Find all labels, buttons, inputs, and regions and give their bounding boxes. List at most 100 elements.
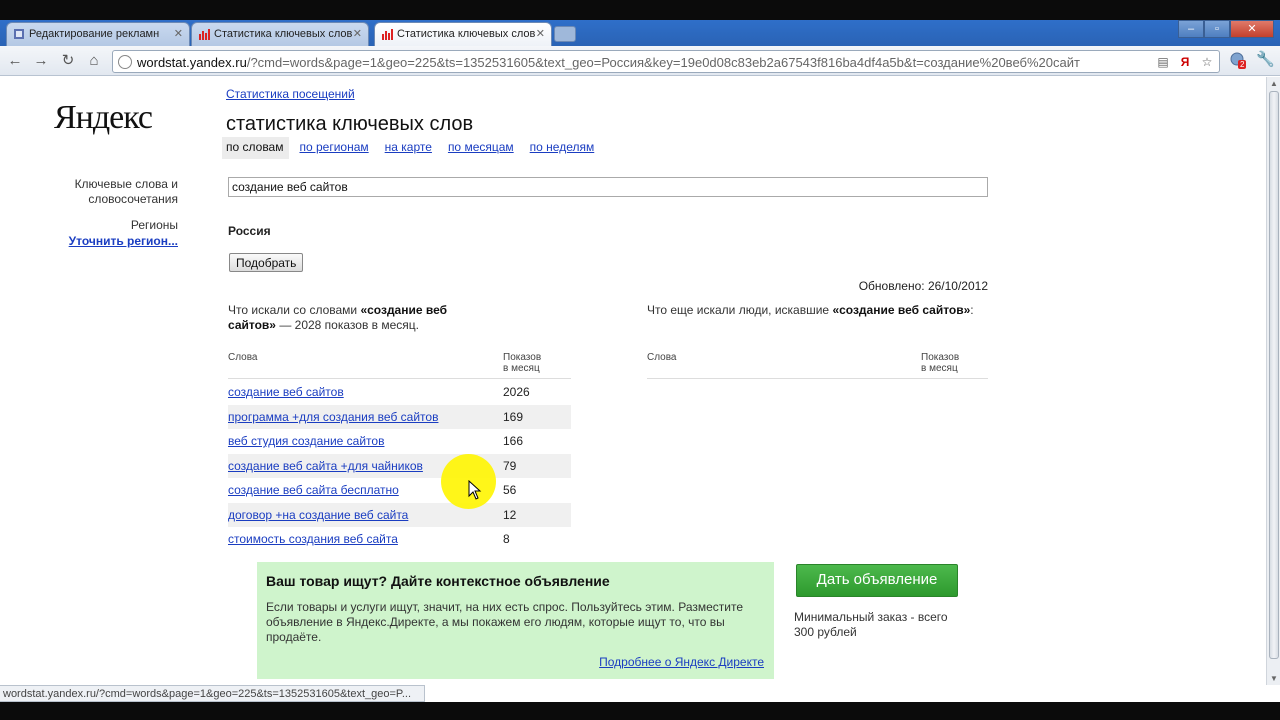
tab-wordstat-active[interactable]: Статистика ключевых слов ✕ bbox=[374, 22, 552, 46]
desktop-bottom-bar bbox=[0, 702, 1280, 720]
scrollbar-thumb[interactable] bbox=[1269, 91, 1279, 659]
new-tab-button[interactable] bbox=[554, 26, 576, 42]
url-host: wordstat.yandex.ru bbox=[137, 55, 247, 70]
tab-strip: Редактирование рекламн ✕ Статистика ключ… bbox=[0, 20, 1280, 46]
table-row: создание веб сайта бесплатно 56 bbox=[228, 478, 571, 503]
left-table-header: Слова Показов в месяц bbox=[228, 352, 571, 379]
direct-ad-block: Ваш товар ищут? Дайте контекстное объявл… bbox=[257, 562, 774, 679]
keyword-link[interactable]: создание веб сайта +для чайников bbox=[228, 459, 423, 473]
keyword-link[interactable]: создание веб сайтов bbox=[228, 385, 344, 399]
min-order-note: Минимальный заказ - всего 300 рублей bbox=[794, 610, 948, 639]
direct-more-link[interactable]: Подробнее о Яндекс Директе bbox=[599, 655, 764, 669]
keyword-link[interactable]: стоимость создания веб сайта bbox=[228, 532, 398, 546]
tab-by-regions[interactable]: по регионам bbox=[295, 137, 374, 159]
keyword-link[interactable]: договор +на создание веб сайта bbox=[228, 508, 408, 522]
close-icon[interactable]: ✕ bbox=[174, 27, 183, 40]
status-bar: wordstat.yandex.ru/?cmd=words&page=1&geo… bbox=[0, 685, 425, 702]
updated-date: Обновлено: 26/10/2012 bbox=[858, 279, 988, 293]
back-arrow-icon[interactable]: ← bbox=[4, 51, 26, 71]
col-shows-line1: Показов bbox=[921, 352, 960, 363]
keyword-link[interactable]: веб студия создание сайтов bbox=[228, 434, 384, 448]
tab-by-weeks[interactable]: по неделям bbox=[526, 137, 601, 159]
right-table-intro: Что еще искали люди, искавшие «создание … bbox=[647, 303, 992, 318]
page-title: статистика ключевых слов bbox=[226, 113, 474, 135]
tab-on-map[interactable]: на карте bbox=[381, 137, 438, 159]
home-icon[interactable]: ⌂ bbox=[83, 51, 105, 71]
yandex-bar-icon[interactable]: Я bbox=[1177, 54, 1193, 70]
extension-icon[interactable]: 2 bbox=[1230, 52, 1247, 69]
place-ad-button[interactable]: Дать объявление bbox=[796, 564, 958, 597]
scroll-down-icon[interactable]: ▼ bbox=[1269, 674, 1279, 683]
page-content: Яндекс Статистика посещений статистика к… bbox=[0, 77, 1266, 685]
bookmark-star-icon[interactable]: ☆ bbox=[1199, 54, 1215, 70]
table-row: создание веб сайтов 2026 bbox=[228, 380, 571, 405]
keyword-count: 166 bbox=[503, 434, 524, 448]
tab-wordstat-1[interactable]: Статистика ключевых слов ✕ bbox=[191, 22, 369, 46]
keyword-count: 2026 bbox=[503, 385, 530, 399]
right-table-header: Слова Показов в месяц bbox=[647, 352, 988, 379]
col-shows-line1: Показов bbox=[503, 352, 542, 363]
close-icon[interactable]: ✕ bbox=[536, 27, 545, 40]
col-shows-line2: в месяц bbox=[503, 363, 540, 374]
keyword-link[interactable]: программа +для создания веб сайтов bbox=[228, 410, 438, 424]
table-row: программа +для создания веб сайтов 169 bbox=[228, 404, 571, 429]
wrench-icon[interactable]: 🔧 bbox=[1256, 52, 1275, 68]
scroll-up-icon[interactable]: ▲ bbox=[1269, 79, 1279, 88]
intro-text: Что еще искали люди, искавшие bbox=[647, 303, 833, 317]
regions-label: Регионы bbox=[130, 218, 178, 232]
document-icon bbox=[13, 28, 25, 40]
bar-chart-icon bbox=[381, 28, 393, 40]
vertical-scrollbar[interactable]: ▲ ▼ bbox=[1266, 77, 1280, 685]
col-shows: Показов в месяц bbox=[503, 352, 541, 374]
globe-icon bbox=[118, 55, 132, 69]
keywords-input[interactable] bbox=[228, 177, 988, 197]
left-table-intro: Что искали со словами «создание веб сайт… bbox=[228, 303, 478, 333]
intro-colon: : bbox=[970, 303, 974, 317]
desktop-top-bar bbox=[0, 0, 1280, 20]
tab-title: Редактирование рекламн bbox=[29, 28, 160, 40]
submit-button[interactable]: Подобрать bbox=[229, 253, 304, 272]
keyword-count: 79 bbox=[503, 458, 517, 473]
ad-title: Ваш товар ищут? Дайте контекстное объявл… bbox=[266, 573, 610, 589]
keyword-count: 56 bbox=[503, 483, 517, 497]
keywords-label: Ключевые слова и словосочетания bbox=[74, 177, 178, 206]
col-words: Слова bbox=[228, 352, 258, 363]
table-row: договор +на создание веб сайта 12 bbox=[228, 502, 571, 527]
tab-edit-ad[interactable]: Редактирование рекламн ✕ bbox=[6, 22, 190, 46]
keyword-count: 169 bbox=[503, 409, 524, 424]
keyword-link[interactable]: создание веб сайта бесплатно bbox=[228, 483, 399, 497]
refine-region-link[interactable]: Уточнить регион... bbox=[30, 234, 178, 248]
visits-stats-link[interactable]: Статистика посещений bbox=[226, 87, 355, 101]
screen: Редактирование рекламн ✕ Статистика ключ… bbox=[0, 0, 1280, 720]
maximize-button[interactable]: ▫ bbox=[1204, 20, 1230, 38]
close-icon[interactable]: ✕ bbox=[353, 27, 362, 40]
ad-text: Если товары и услуги ищут, значит, на ни… bbox=[266, 600, 744, 644]
window-controls: – ▫ ✕ bbox=[1178, 20, 1274, 38]
tab-title: Статистика ключевых слов bbox=[214, 28, 353, 40]
url-path: /?cmd=words&page=1&geo=225&ts=1352531605… bbox=[246, 55, 1080, 70]
browser-toolbar: ← → ↻ ⌂ wordstat.yandex.ru/?cmd=words&pa… bbox=[0, 46, 1280, 76]
reload-icon[interactable]: ↻ bbox=[57, 51, 79, 71]
mouse-cursor-icon bbox=[468, 479, 482, 500]
mode-tabs: по словам по регионам на карте по месяца… bbox=[222, 137, 606, 159]
window-close-button[interactable]: ✕ bbox=[1230, 20, 1274, 38]
minimize-button[interactable]: – bbox=[1178, 20, 1204, 38]
forward-arrow-icon[interactable]: → bbox=[30, 51, 52, 71]
keyword-count: 12 bbox=[503, 507, 517, 522]
left-table-body: создание веб сайтов 2026 программа +для с… bbox=[228, 380, 571, 552]
tab-by-months[interactable]: по месяцам bbox=[444, 137, 520, 159]
col-shows-line2: в месяц bbox=[921, 363, 958, 374]
yandex-logo[interactable]: Яндекс bbox=[54, 99, 153, 137]
col-words: Слова bbox=[647, 352, 677, 363]
intro-text: Что искали со словами bbox=[228, 303, 361, 317]
selected-region: Россия bbox=[228, 224, 271, 238]
address-bar[interactable]: wordstat.yandex.ru/?cmd=words&page=1&geo… bbox=[112, 50, 1220, 73]
logo-text: Яндекс bbox=[54, 99, 153, 136]
col-shows: Показов в месяц bbox=[921, 352, 959, 374]
page-icon[interactable]: ▤ bbox=[1155, 54, 1171, 70]
tab-by-words[interactable]: по словам bbox=[222, 137, 290, 159]
address-url[interactable]: wordstat.yandex.ru/?cmd=words&page=1&geo… bbox=[137, 55, 1161, 70]
tab-title: Статистика ключевых слов bbox=[397, 28, 536, 40]
table-row: веб студия создание сайтов 166 bbox=[228, 429, 571, 454]
table-row: стоимость создания веб сайта 8 bbox=[228, 527, 571, 552]
